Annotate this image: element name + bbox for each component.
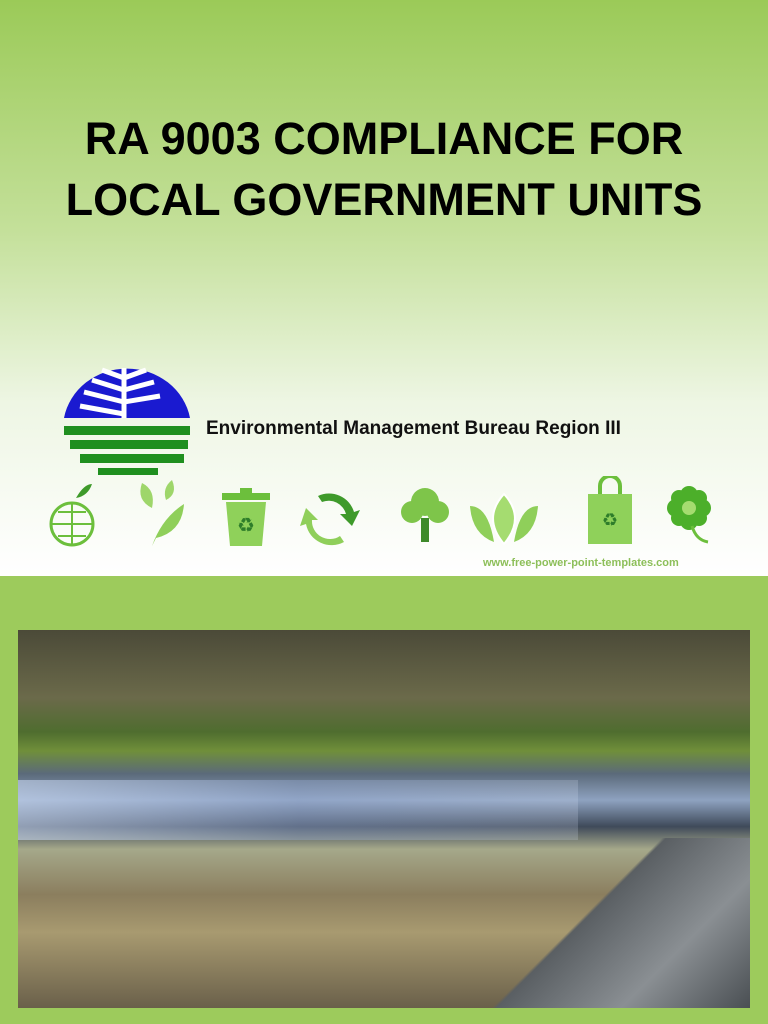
rock [490,838,750,1008]
recycle-arrows-icon [300,493,360,546]
organization-name: Environmental Management Bureau Region I… [206,418,621,439]
flower-icon [667,486,711,544]
title-slide: RA 9003 COMPLIANCE FOR LOCAL GOVERNMENT … [0,0,768,576]
recycle-bag-icon: ♻ [588,476,632,544]
emb-logo [64,367,190,475]
recycle-bin-icon: ♻ [222,488,270,546]
leaf-icon [470,492,538,546]
leaves-icon [140,480,184,546]
svg-text:♻: ♻ [237,515,255,537]
template-url: www.free-power-point-templates.com [483,557,679,569]
slide-title: RA 9003 COMPLIANCE FOR LOCAL GOVERNMENT … [65,113,703,225]
svg-text:♻: ♻ [602,510,618,530]
waterfall-water [18,780,578,840]
tree-icon [401,488,449,542]
globe-apple-icon [49,484,95,547]
river-photo [18,630,750,1008]
